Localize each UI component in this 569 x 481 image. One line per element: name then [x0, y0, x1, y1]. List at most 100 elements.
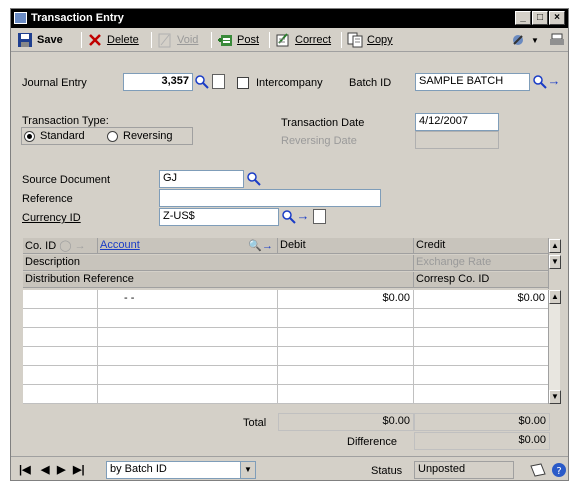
save-label: Save	[37, 34, 63, 46]
transaction-type-label: Transaction Type:	[22, 115, 109, 127]
account-lookup-icon[interactable]: 🔍→	[248, 239, 273, 252]
journal-entry-field[interactable]: 3,357	[123, 73, 193, 91]
row-credit[interactable]	[414, 366, 548, 385]
table-row[interactable]	[23, 309, 548, 328]
correct-button[interactable]: Correct	[275, 32, 331, 48]
row-account[interactable]	[98, 385, 278, 404]
row-account[interactable]	[98, 328, 278, 347]
toolbar-separator	[211, 32, 212, 48]
row-co-id[interactable]	[23, 366, 98, 385]
first-record-icon[interactable]: |◀	[19, 463, 31, 476]
delete-button[interactable]: Delete	[87, 32, 139, 48]
row-debit[interactable]: $0.00	[278, 290, 414, 309]
reversing-date-field[interactable]	[415, 131, 499, 149]
chevron-down-icon: ▼	[531, 35, 539, 45]
row-debit[interactable]	[278, 328, 414, 347]
table-row[interactable]: - - $0.00 $0.00	[23, 290, 548, 309]
post-button[interactable]: Post	[217, 32, 259, 48]
next-record-icon[interactable]: ▶	[57, 463, 65, 476]
table-row[interactable]	[23, 328, 548, 347]
chevron-down-icon[interactable]: ▼	[240, 462, 255, 478]
col-distribution-reference: Distribution Reference	[23, 272, 414, 288]
table-row[interactable]	[23, 347, 548, 366]
close-button[interactable]: ×	[549, 11, 565, 25]
lookup-icon[interactable]	[281, 209, 297, 225]
sort-order-value: by Batch ID	[110, 463, 167, 475]
lookup-icon[interactable]	[246, 171, 262, 187]
lookup-icon: ◯	[59, 240, 72, 252]
tools-menu-button[interactable]: ▼	[511, 32, 539, 48]
reference-field[interactable]	[159, 189, 381, 207]
currency-id-link[interactable]: Currency ID	[22, 212, 81, 224]
save-button[interactable]: Save	[17, 32, 63, 48]
new-document-icon[interactable]	[212, 74, 225, 89]
print-icon	[550, 33, 564, 45]
batch-id-field[interactable]: SAMPLE BATCH	[415, 73, 530, 91]
sort-order-select[interactable]: by Batch ID ▼	[106, 461, 256, 479]
row-debit[interactable]	[278, 347, 414, 366]
copy-button[interactable]: Copy	[347, 32, 393, 48]
status-value: Unposted	[414, 461, 514, 479]
row-account[interactable]	[98, 309, 278, 328]
source-document-field[interactable]: GJ	[159, 170, 244, 188]
last-record-icon[interactable]: ▶|	[73, 463, 85, 476]
row-co-id[interactable]	[23, 347, 98, 366]
window-title: Transaction Entry	[31, 12, 124, 24]
row-account[interactable]: - -	[98, 290, 278, 309]
table-row[interactable]	[23, 385, 548, 404]
void-button[interactable]: Void	[157, 32, 198, 48]
reversing-label: Reversing	[123, 130, 173, 142]
void-icon	[158, 33, 171, 48]
arrow-icon: →	[74, 240, 86, 252]
correct-label: Correct	[295, 34, 332, 46]
row-credit[interactable]	[414, 328, 548, 347]
expand-arrow-icon[interactable]: →	[296, 208, 310, 224]
transaction-date-field[interactable]: 4/12/2007	[415, 113, 499, 131]
grid-header-row-1: Co. ID ◯ → Account 🔍→ Debit Credit	[23, 238, 548, 254]
reversing-radio[interactable]	[107, 131, 118, 142]
row-co-id[interactable]	[23, 309, 98, 328]
row-co-id[interactable]	[23, 385, 98, 404]
scroll-up-icon[interactable]: ▲	[549, 290, 561, 304]
standard-radio[interactable]	[24, 131, 35, 142]
col-description: Description	[23, 255, 414, 271]
status-label: Status	[371, 465, 403, 477]
col-credit: Credit	[416, 239, 446, 251]
minimize-button[interactable]: _	[515, 11, 531, 25]
maximize-button[interactable]: □	[532, 11, 548, 25]
previous-record-icon[interactable]: ◀	[41, 463, 49, 476]
scroll-down-icon[interactable]: ▼	[549, 390, 561, 404]
row-credit[interactable]	[414, 309, 548, 328]
lookup-icon[interactable]	[532, 74, 548, 90]
row-debit[interactable]	[278, 366, 414, 385]
currency-id-field[interactable]: Z-US$	[159, 208, 279, 226]
expand-icon[interactable]: ▼	[549, 255, 561, 269]
collapse-icon[interactable]: ▲	[549, 239, 561, 253]
col-account[interactable]: Account 🔍→	[98, 238, 278, 254]
row-credit[interactable]	[414, 347, 548, 366]
intercompany-checkbox[interactable]	[237, 77, 249, 89]
table-row[interactable]	[23, 366, 548, 385]
standard-label: Standard	[40, 130, 85, 142]
toolbar-separator	[81, 32, 82, 48]
lookup-icon[interactable]	[194, 74, 210, 90]
row-debit[interactable]	[278, 309, 414, 328]
row-co-id[interactable]	[23, 328, 98, 347]
print-button[interactable]	[549, 32, 568, 48]
currency-document-icon[interactable]	[313, 209, 326, 224]
save-icon	[18, 33, 32, 47]
row-account[interactable]	[98, 366, 278, 385]
post-label: Post	[237, 34, 260, 46]
row-co-id[interactable]	[23, 290, 98, 309]
help-icon[interactable]: ?	[551, 462, 567, 478]
row-debit[interactable]	[278, 385, 414, 404]
intercompany-label: Intercompany	[256, 77, 323, 89]
correct-icon	[276, 33, 289, 47]
grid-scrollbar[interactable]: ▲ ▼	[548, 290, 561, 404]
row-credit[interactable]	[414, 385, 548, 404]
toolbar-separator	[341, 32, 342, 48]
expand-arrow-icon[interactable]: →	[547, 73, 561, 89]
row-credit[interactable]: $0.00	[414, 290, 548, 309]
note-icon[interactable]	[529, 462, 547, 478]
row-account[interactable]	[98, 347, 278, 366]
